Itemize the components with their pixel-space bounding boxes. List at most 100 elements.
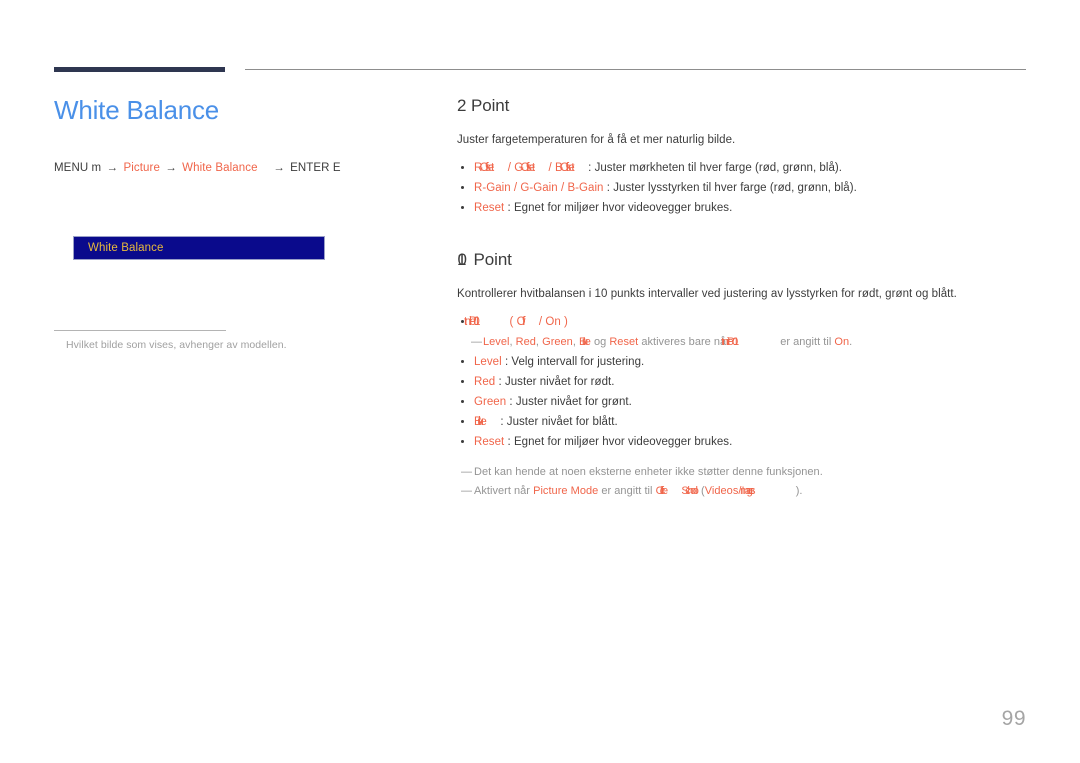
term-g-gain: G-Gain bbox=[520, 181, 558, 194]
term-g-offset: G-Offset bbox=[514, 161, 535, 174]
page-title: White Balance bbox=[54, 95, 414, 126]
bullet-dot-icon bbox=[461, 379, 464, 383]
bullet-dot-icon bbox=[461, 419, 464, 423]
list-item: Red : Juster nivået for rødt. bbox=[457, 372, 1037, 392]
note-dash-icon: — bbox=[471, 335, 483, 348]
note-tail: er angitt til bbox=[780, 335, 832, 348]
section-10-point-option-bullet: 10 Point ( Off / On ) bbox=[457, 312, 1037, 332]
header-rule-thin bbox=[245, 69, 1026, 70]
bullet-dot-icon bbox=[461, 319, 464, 323]
term-blue: Blue bbox=[579, 335, 591, 348]
term-picture-mode: Picture Mode bbox=[533, 484, 599, 497]
bullet-dot-icon bbox=[461, 205, 464, 209]
term-b-gain: B-Gain bbox=[567, 181, 604, 194]
list-item: 10 Point ( Off / On ) bbox=[457, 312, 1037, 332]
paren-close: ) bbox=[564, 315, 568, 328]
page-number: 99 bbox=[1001, 707, 1026, 730]
note-text: Det kan hende at noen eksterne enheter i… bbox=[474, 466, 823, 479]
term-r-offset: R-Offset bbox=[474, 161, 494, 174]
breadcrumb-step-white-balance[interactable]: White Balance bbox=[182, 162, 257, 174]
note-mid: aktiveres bare når bbox=[641, 335, 730, 348]
page-title-text: White Balance bbox=[54, 95, 220, 125]
bullet-dot-icon bbox=[461, 185, 464, 189]
bullet-dot-icon bbox=[461, 359, 464, 363]
list-item-text: : Egnet for miljøer hvor videovegger bru… bbox=[507, 436, 733, 449]
option-on: On bbox=[545, 315, 561, 328]
header-rule-accent bbox=[54, 67, 225, 72]
term-b-offset: B-Offset bbox=[555, 161, 575, 174]
list-item-text: : Juster nivået for rødt. bbox=[498, 375, 615, 388]
note-lead: Aktivert når bbox=[474, 484, 530, 497]
section-2-point-bullets: R-Offset / G-Offset / B-Offset : Juster … bbox=[457, 158, 1037, 218]
left-footnote-text: Hvilket bilde som vises, avhenger av mod… bbox=[66, 339, 287, 351]
term-r-gain: R-Gain bbox=[474, 181, 511, 194]
term-school: School bbox=[681, 484, 698, 497]
section-10-point-notes: — Det kan hende at noen eksterne enheter… bbox=[457, 463, 1037, 500]
left-footnote-rule bbox=[54, 330, 226, 331]
term-reset: Reset bbox=[609, 335, 639, 348]
note-activated-when: — Aktivert når Picture Mode er angitt ti… bbox=[457, 482, 1037, 501]
left-column: White Balance MENU m → Picture → White B… bbox=[54, 95, 414, 174]
breadcrumb-arrow-3: → bbox=[273, 161, 285, 174]
note-period: . bbox=[849, 335, 853, 348]
breadcrumb: MENU m → Picture → White Balance → ENTER… bbox=[54, 162, 414, 174]
note-conj: og bbox=[593, 335, 607, 348]
list-item: Level : Velg intervall for justering. bbox=[457, 352, 1037, 372]
list-item: Reset : Egnet for miljøer hvor videovegg… bbox=[457, 432, 1037, 452]
option-off: Off bbox=[516, 315, 525, 328]
note-external-devices: — Det kan hende at noen eksterne enheter… bbox=[457, 463, 1037, 482]
term-reset: Reset bbox=[474, 436, 505, 449]
paren-open: ( bbox=[509, 315, 514, 328]
section-heading-10-point-number: 10 bbox=[457, 250, 466, 270]
breadcrumb-step-picture[interactable]: Picture bbox=[123, 162, 160, 174]
section-10-point-bullets: Level : Velg intervall for justering. Re… bbox=[457, 352, 1037, 453]
term-separator: / bbox=[548, 161, 552, 174]
bullet-dot-icon bbox=[461, 165, 464, 169]
term-reset: Reset bbox=[474, 201, 505, 214]
option-separator: / bbox=[538, 315, 543, 328]
breadcrumb-arrow-2: → bbox=[165, 161, 177, 174]
list-item: R-Gain / G-Gain / B-Gain : Juster lyssty… bbox=[457, 178, 1037, 198]
list-item: Green : Juster nivået for grønt. bbox=[457, 392, 1037, 412]
list-item: R-Offset / G-Offset / B-Offset : Juster … bbox=[457, 158, 1037, 178]
term-red: Red bbox=[515, 335, 536, 348]
list-item-text: : Juster nivået for grønt. bbox=[509, 395, 632, 408]
term-red: Red bbox=[474, 375, 496, 388]
bullet-dot-icon bbox=[461, 399, 464, 403]
section-2-point-intro: Juster fargetemperaturen for å få et mer… bbox=[457, 134, 736, 146]
term-level: Level bbox=[474, 355, 502, 368]
term-on: On bbox=[834, 335, 850, 348]
list-item-text: : Velg intervall for justering. bbox=[504, 355, 645, 368]
note-mid: er angitt til bbox=[601, 484, 653, 497]
breadcrumb-enter: ENTER E bbox=[290, 161, 341, 174]
note-dash-icon: — bbox=[461, 466, 473, 479]
list-item-text: : Juster nivået for blått. bbox=[500, 415, 618, 428]
osd-row-label: White Balance bbox=[88, 242, 164, 254]
list-item-text: : Juster mørkheten til hver farge (rød, … bbox=[588, 161, 842, 174]
osd-row-white-balance[interactable]: White Balance bbox=[73, 236, 325, 260]
paren-close: ). bbox=[795, 484, 803, 497]
term-green: Green bbox=[474, 395, 507, 408]
list-item: Reset : Egnet for miljøer hvor videovegg… bbox=[457, 198, 1037, 218]
section-heading-10-point: 10 Point bbox=[457, 250, 1037, 270]
note-dash-icon: — bbox=[461, 484, 473, 497]
note-option-dependency: — Level, Red, Green, Blue og Reset aktiv… bbox=[457, 333, 1037, 352]
section-heading-10-point-word: Point bbox=[473, 250, 512, 270]
bullet-dot-icon bbox=[461, 440, 464, 444]
term-videos: Videos bbox=[704, 484, 739, 497]
section-heading-2-point-text: 2 Point bbox=[457, 96, 510, 115]
breadcrumb-menu: MENU m bbox=[54, 161, 102, 174]
left-footnote: Hvilket bilde som vises, avhenger av mod… bbox=[54, 330, 354, 351]
term-green: Green bbox=[542, 335, 573, 348]
term-level: Level bbox=[483, 335, 510, 348]
list-item-text: : Egnet for miljøer hvor videovegger bru… bbox=[507, 201, 733, 214]
right-column: 2 Point Juster fargetemperaturen for å f… bbox=[457, 96, 1037, 501]
list-item-text: : Juster lysstyrken til hver farge (rød,… bbox=[606, 181, 857, 194]
list-item: Blue : Juster nivået for blått. bbox=[457, 412, 1037, 432]
term-separator: / bbox=[507, 161, 511, 174]
section-10-point-intro: Kontrollerer hvitbalansen i 10 punkts in… bbox=[457, 288, 957, 301]
osd-menu-mock: White Balance bbox=[73, 236, 325, 260]
term-blue: Blue bbox=[474, 415, 487, 428]
breadcrumb-arrow-1: → bbox=[106, 161, 119, 174]
term-images: Images bbox=[741, 484, 755, 497]
